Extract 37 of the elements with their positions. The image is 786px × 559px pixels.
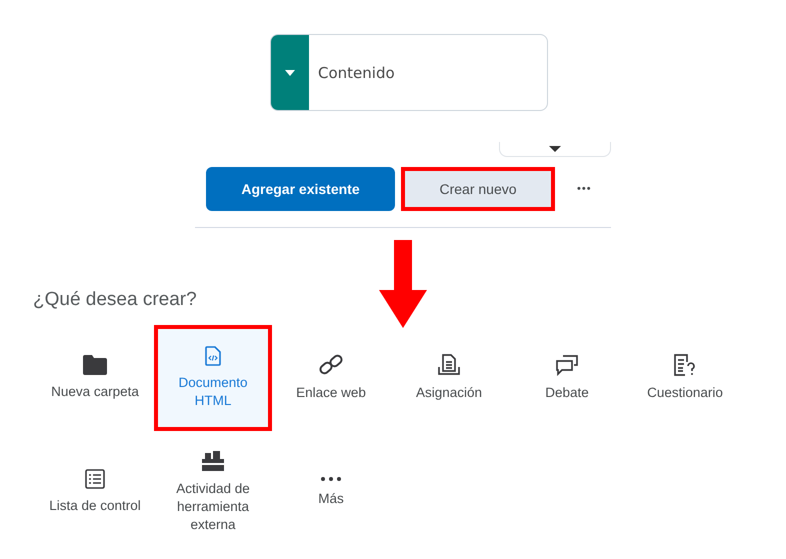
link-icon	[319, 354, 343, 376]
dropdown[interactable]: Contenido	[270, 34, 548, 111]
option-label: Debate	[545, 384, 589, 402]
create-option[interactable]: Lista de control	[36, 439, 154, 545]
document-tray-icon	[438, 354, 460, 376]
option-label: Cuestionario	[647, 384, 723, 402]
create-option[interactable]: Enlace web	[272, 325, 390, 431]
dropdown-stub[interactable]	[499, 142, 611, 157]
option-label: Documento HTML	[177, 374, 249, 410]
create-option[interactable]: Cuestionario	[626, 325, 744, 431]
chat-icon	[555, 354, 579, 376]
checklist-icon	[85, 468, 105, 489]
option-label: Actividad de herramienta externa	[175, 480, 251, 534]
more-button[interactable]: •••	[577, 183, 592, 195]
option-label: Lista de control	[49, 496, 141, 515]
code-file-icon	[205, 346, 221, 366]
caret-icon	[285, 70, 295, 76]
section-heading: ¿Qué desea crear?	[33, 289, 198, 311]
create-option[interactable]: Actividad de herramienta externa	[154, 439, 272, 545]
create-option[interactable]: Más	[272, 439, 390, 545]
option-label: Nueva carpeta	[51, 382, 139, 401]
more-icon	[320, 476, 342, 482]
caret-icon	[549, 146, 561, 152]
create-option[interactable]: Nueva carpeta	[36, 325, 154, 431]
create-new-button[interactable]: Crear nuevo	[401, 167, 555, 211]
create-option[interactable]: Documento HTML	[154, 325, 272, 431]
add-existing-button[interactable]: Agregar existente	[206, 167, 395, 211]
create-option[interactable]: Debate	[508, 325, 626, 431]
dropdown-label: Contenido	[318, 64, 395, 82]
dropdown-toggle[interactable]	[271, 35, 309, 110]
quiz-icon	[673, 354, 697, 376]
option-label: Asignación	[416, 384, 482, 402]
folder-icon	[83, 354, 107, 375]
option-label: Más	[318, 490, 344, 508]
create-option[interactable]: Asignación	[390, 325, 508, 431]
option-label: Enlace web	[296, 384, 366, 402]
building-blocks-icon	[201, 450, 225, 472]
